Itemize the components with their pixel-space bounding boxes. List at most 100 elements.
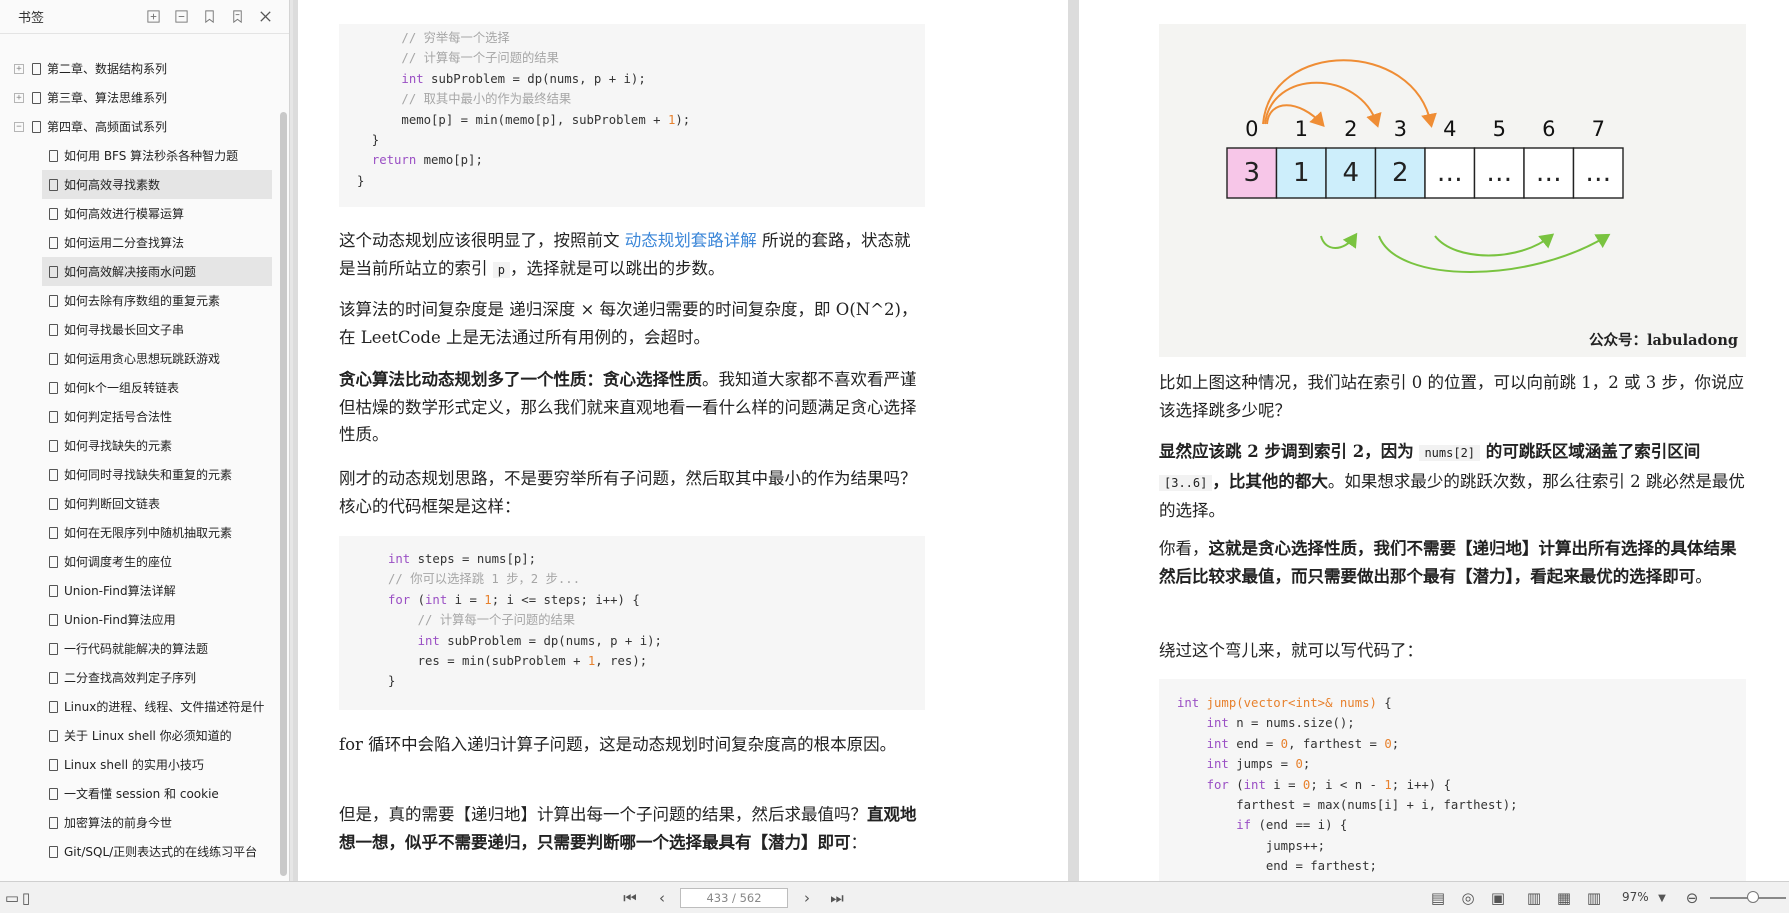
code-block-jump: int jump(vector<int>& nums) { int n = nu… [1159, 679, 1746, 881]
jump-arrow-2 [1264, 81, 1382, 128]
figure-caption: 公众号：labuladong [1589, 332, 1738, 349]
add-bookmark-icon[interactable] [195, 6, 223, 28]
expand-icon[interactable]: + [14, 92, 24, 103]
zoom-level[interactable]: 97% [1622, 890, 1649, 904]
dp-tutorial-link[interactable]: 动态规划套路详解 [625, 231, 757, 250]
fit-page-icon[interactable]: ◎ [1458, 888, 1478, 908]
bookmark-label: Union-Find算法应用 [64, 613, 176, 627]
bookmark-item[interactable]: + 第二章、数据结构系列 [0, 54, 278, 83]
previous-page-button[interactable]: ‹ [652, 888, 672, 908]
page-thumbnail-icon[interactable]: ▯ [16, 888, 36, 908]
expand-icon[interactable]: + [14, 63, 24, 74]
bookmark-item[interactable]: Union-Find算法应用 [0, 605, 278, 634]
bookmark-item[interactable]: 如何寻找缺失的元素 [0, 431, 278, 460]
code-line: } [388, 674, 396, 689]
paragraph-4: 刚才的动态规划思路，不是要穷举所有子问题，然后取其中最小的作为结果吗？核心的代码… [339, 469, 917, 516]
sidebar-scrollbar[interactable] [280, 112, 287, 876]
p1-text-c: ，选择就是可以跳出的步数。 [509, 258, 725, 278]
code-line: // 计算每一个子问题的结果 [417, 613, 576, 628]
bookmark-item[interactable]: 如何判断回文链表 [0, 489, 278, 518]
bookmark-icon [49, 149, 58, 162]
expand-all-icon[interactable] [139, 6, 167, 28]
index-label: 2 [1344, 117, 1357, 141]
first-page-button[interactable]: ⏮ [620, 888, 640, 908]
page-number-input[interactable]: 433 / 562 [680, 888, 788, 908]
bookmark-item[interactable]: 如何去除有序数组的重复元素 [0, 286, 278, 315]
reading-mode-icon[interactable]: ▦ [1554, 888, 1574, 908]
bookmark-item[interactable]: 如何高效寻找素数 [42, 170, 272, 199]
bookmark-item[interactable]: 如何调度考生的座位 [0, 547, 278, 576]
code-line: // 计算每一个子问题的结果 [401, 51, 559, 66]
bookmark-item[interactable]: 如何高效解决接雨水问题 [42, 257, 272, 286]
bookmark-item[interactable]: 如何k个一组反转链表 [0, 373, 278, 402]
bookmark-icon [49, 584, 58, 597]
inline-code-p: p [492, 261, 510, 278]
last-page-button[interactable]: ⏭ [827, 888, 847, 908]
bookmark-item[interactable]: Git/SQL/正则表达式的在线练习平台 [0, 837, 278, 866]
continuous-page-icon[interactable]: ▣ [1488, 888, 1508, 908]
close-icon[interactable] [251, 6, 279, 28]
bookmark-label: 第三章、算法思维系列 [47, 91, 168, 105]
bookmark-label: 第四章、高频面试系列 [47, 120, 168, 134]
bookmark-icon [49, 642, 58, 655]
p1-text-a: 这个动态规划应该很明显了，按照前文 [339, 231, 625, 250]
bookmark-icon [32, 120, 41, 133]
bookmark-label: 如何同时寻找缺失和重复的元素 [64, 468, 233, 482]
bookmark-icon [49, 845, 58, 858]
bookmark-label: Linux的进程、线程、文件描述符是什 [64, 700, 265, 714]
bookmark-label: 如何调度考生的座位 [64, 555, 173, 569]
single-page-icon[interactable]: ▤ [1428, 888, 1448, 908]
code-line: int jumps = 0; [1206, 757, 1311, 772]
bookmark-icon [49, 729, 58, 742]
code-line: return memo[p]; [371, 153, 483, 168]
two-page-icon[interactable]: ▥ [1524, 888, 1544, 908]
bookmark-item[interactable]: 如何用 BFS 算法秒杀各种智力题 [0, 141, 278, 170]
paragraph-r1: 比如上图这种情况，我们站在索引 0 的位置，可以向前跳 1，2 或 3 步，你说… [1159, 373, 1744, 420]
bookmark-item[interactable]: 关于 Linux shell 你必须知道的 [0, 721, 278, 750]
code-line: // 穷举每一个选择 [401, 31, 510, 45]
code-line: // 你可以选择跳 1 步，2 步... [388, 572, 581, 587]
bookmark-item[interactable]: 如何同时寻找缺失和重复的元素 [0, 460, 278, 489]
bookmark-label: 如何运用二分查找算法 [64, 236, 185, 250]
book-mode-icon[interactable]: ▥ [1584, 888, 1604, 908]
bookmark-label: 如何寻找缺失的元素 [64, 439, 173, 453]
bookmark-item[interactable]: 如何高效进行模幂运算 [0, 199, 278, 228]
p6-text-c: ： [850, 832, 868, 852]
bookmark-label: 如何判断回文链表 [64, 497, 161, 511]
bookmark-item[interactable]: 如何在无限序列中随机抽取元素 [0, 518, 278, 547]
code-line: int jump(vector<int>& nums) { [1177, 696, 1392, 710]
bookmark-item[interactable]: Linux的进程、线程、文件描述符是什 [0, 692, 278, 721]
bookmark-item[interactable]: 如何判定括号合法性 [0, 402, 278, 431]
bookmark-item[interactable]: + 第三章、算法思维系列 [0, 83, 278, 112]
collapse-icon[interactable]: − [14, 121, 24, 132]
bookmark-panel-header: 书签 [0, 0, 289, 34]
bookmark-item[interactable]: 二分查找高效判定子序列 [0, 663, 278, 692]
paragraph-3: 贪心算法比动态规划多了一个性质：贪心选择性质。我知道大家都不喜欢看严谨但枯燥的数… [339, 366, 925, 449]
zoom-out-button[interactable]: ⊖ [1682, 888, 1702, 908]
bookmark-item[interactable]: 一行代码就能解决的算法题 [0, 634, 278, 663]
bookmark-item[interactable]: 加密算法的前身今世 [0, 808, 278, 837]
zoom-slider-handle[interactable] [1747, 891, 1759, 903]
code-line: } [357, 132, 380, 147]
bookmark-item[interactable]: Linux shell 的实用小技巧 [0, 750, 278, 779]
bookmark-icon [49, 178, 58, 191]
bookmark-item[interactable]: 如何运用二分查找算法 [0, 228, 278, 257]
next-page-button[interactable]: › [797, 888, 817, 908]
bookmark-item[interactable]: Union-Find算法详解 [0, 576, 278, 605]
delete-bookmark-icon[interactable] [223, 6, 251, 28]
jump-game-figure: 0 1 2 3 4 5 6 7 3 1 4 2 … … … … 公众号：labuladong [1159, 24, 1746, 357]
cell-value: … [1486, 158, 1512, 188]
code-block-memo: // 穷举每一个选择 // 计算每一个子问题的结果 int subProblem… [339, 24, 925, 207]
bookmark-icon [49, 236, 58, 249]
zoom-dropdown-icon[interactable]: ▼ [1652, 888, 1672, 908]
bookmark-item[interactable]: 一文看懂 session 和 cookie [0, 779, 278, 808]
bookmark-item[interactable]: 如何运用贪心思想玩跳跃游戏 [0, 344, 278, 373]
bookmark-item[interactable]: − 第四章、高频面试系列 [0, 112, 278, 141]
bookmark-icon [32, 62, 41, 75]
cell-value: 1 [1293, 158, 1310, 188]
bookmark-item[interactable]: 如何寻找最长回文子串 [0, 315, 278, 344]
document-view[interactable]: // 穷举每一个选择 // 计算每一个子问题的结果 int subProblem… [293, 0, 1789, 881]
bookmark-list: + 第二章、数据结构系列 + 第三章、算法思维系列 − 第四章、高频面试系列 如何用 BFS… [0, 54, 278, 866]
collapse-all-icon[interactable] [167, 6, 195, 28]
code-line: res = min(subProblem + 1, res); [388, 653, 648, 668]
